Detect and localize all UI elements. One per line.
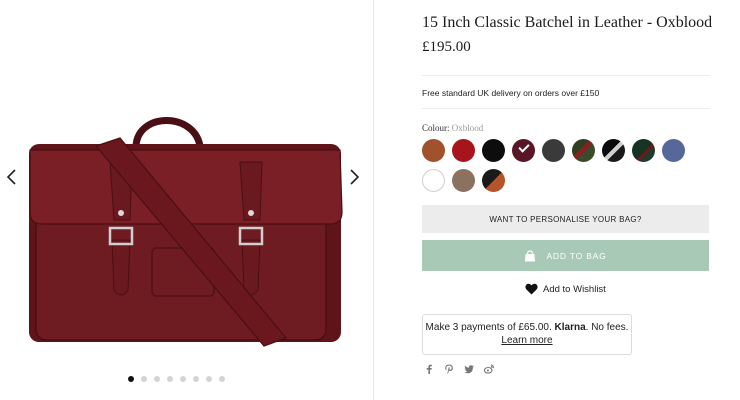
gallery-dot[interactable] bbox=[128, 376, 134, 382]
divider bbox=[422, 108, 710, 109]
product-image bbox=[29, 117, 343, 347]
gallery-dot[interactable] bbox=[219, 376, 225, 382]
swatch-white[interactable] bbox=[422, 169, 445, 192]
facebook-icon[interactable] bbox=[424, 364, 434, 374]
add-to-bag-button[interactable]: ADD TO BAG bbox=[422, 240, 709, 271]
personalise-button[interactable]: WANT TO PERSONALISE YOUR BAG? bbox=[422, 205, 709, 233]
klarna-learn-more-link[interactable]: Learn more bbox=[501, 335, 552, 346]
swatch-green-tartan[interactable] bbox=[632, 139, 655, 162]
gallery-dot[interactable] bbox=[154, 376, 160, 382]
gallery-dot[interactable] bbox=[141, 376, 147, 382]
klarna-text-after: . No fees. bbox=[585, 322, 629, 333]
swatch-black-tan[interactable] bbox=[482, 169, 505, 192]
add-to-bag-label: ADD TO BAG bbox=[546, 250, 607, 261]
gallery-pagination bbox=[128, 376, 225, 382]
gallery-dot[interactable] bbox=[167, 376, 173, 382]
colour-label: Colour: Oxblood bbox=[422, 123, 483, 133]
klarna-payment-box: Make 3 payments of £65.00. Klarna. No fe… bbox=[422, 314, 632, 355]
weibo-icon[interactable] bbox=[484, 364, 494, 374]
swatch-oxblood[interactable] bbox=[512, 139, 535, 162]
swatch-blue[interactable] bbox=[662, 139, 685, 162]
swatch-black-metallic[interactable] bbox=[602, 139, 625, 162]
column-divider bbox=[373, 0, 374, 400]
delivery-note: Free standard UK delivery on orders over… bbox=[422, 88, 600, 98]
swatch-green-red-stripe[interactable] bbox=[572, 139, 595, 162]
wishlist-button[interactable]: Add to Wishlist bbox=[525, 283, 606, 295]
wishlist-label: Add to Wishlist bbox=[543, 283, 606, 295]
swatch-red[interactable] bbox=[452, 139, 475, 162]
social-share bbox=[424, 364, 494, 374]
swatch-black[interactable] bbox=[482, 139, 505, 162]
swatch-taupe[interactable] bbox=[452, 169, 475, 192]
klarna-text-before: Make 3 payments of £65.00. bbox=[425, 322, 552, 333]
colour-selected-value: Oxblood bbox=[451, 123, 484, 133]
chevron-right-icon[interactable] bbox=[345, 168, 363, 186]
product-gallery bbox=[0, 0, 372, 400]
chevron-left-icon[interactable] bbox=[3, 168, 21, 186]
swatch-tan-brown[interactable] bbox=[422, 139, 445, 162]
gallery-dot[interactable] bbox=[180, 376, 186, 382]
gallery-dot[interactable] bbox=[193, 376, 199, 382]
divider bbox=[422, 75, 710, 76]
klarna-brand: Klarna bbox=[554, 322, 586, 333]
colour-label-text: Colour: bbox=[422, 123, 450, 133]
bag-icon bbox=[525, 249, 536, 261]
swatch-dark-grey[interactable] bbox=[542, 139, 565, 162]
heart-icon bbox=[525, 283, 538, 295]
pinterest-icon[interactable] bbox=[444, 364, 454, 374]
twitter-icon[interactable] bbox=[464, 364, 474, 374]
product-price: £195.00 bbox=[422, 39, 471, 55]
product-title: 15 Inch Classic Batchel in Leather - Oxb… bbox=[422, 14, 713, 31]
gallery-dot[interactable] bbox=[206, 376, 212, 382]
